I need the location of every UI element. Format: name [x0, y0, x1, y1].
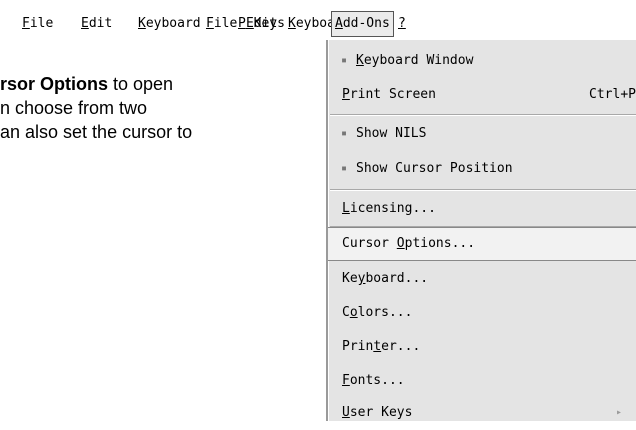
- menu-item-label: Keyboard...: [342, 271, 429, 286]
- menu-edit-2[interactable]: Edit: [77, 12, 116, 36]
- doc-bold-term: rsor Options: [0, 74, 109, 94]
- menu-item-label: Show NILS: [356, 126, 427, 141]
- menu-item-label: Fonts...: [342, 373, 405, 388]
- menu-item-licensing[interactable]: Licensing...: [328, 192, 636, 226]
- menu-item-label: User Keys: [342, 405, 413, 420]
- menu-item-label: Cursor Options...: [342, 236, 476, 251]
- document-text: rsor Options to open n choose from two a…: [0, 72, 300, 144]
- doc-line-2-text: n choose from two: [0, 98, 148, 118]
- menu-separator: [330, 114, 636, 116]
- check-icon: ▪: [341, 55, 348, 66]
- menu-keyboard-2[interactable]: Keyboard: [134, 12, 205, 36]
- doc-line-1-rest: to open: [108, 74, 174, 94]
- menu-add-ons-mnemonic: A: [335, 16, 343, 31]
- menu-edit-label-2: dit: [88, 16, 113, 31]
- menu-item-label: Keyboard Window: [356, 53, 474, 68]
- menu-item-fonts[interactable]: Fonts...: [328, 364, 636, 398]
- doc-line-3: an also set the cursor to: [0, 120, 300, 144]
- menu-item-cursor-options[interactable]: Cursor Options...: [328, 227, 636, 261]
- menu-file-mnemonic: F: [206, 16, 214, 31]
- menu-item-keyboard-window[interactable]: ▪ Keyboard Window: [328, 44, 636, 78]
- menu-edit-mnemonic-2: E: [81, 16, 89, 31]
- menu-p-keys-label: Keys: [245, 16, 285, 31]
- submenu-arrow-icon: ▸: [615, 407, 622, 418]
- menu-keyboard-mnemonic: K: [288, 16, 296, 31]
- menu-item-keyboard[interactable]: Keyboard...: [328, 262, 636, 296]
- menu-item-label: Show Cursor Position: [356, 161, 513, 176]
- shortcut-label: Ctrl+P: [589, 87, 636, 102]
- doc-line-2: n choose from two: [0, 96, 300, 120]
- menu-item-colors[interactable]: Colors...: [328, 296, 636, 330]
- menu-keyboard-label-2: eyboard: [145, 16, 201, 31]
- menu-file-label-2: ile: [29, 16, 54, 31]
- menu-item-print-screen[interactable]: Print Screen Ctrl+P: [328, 78, 636, 112]
- check-icon: ▪: [341, 128, 348, 139]
- menu-item-label: Colors...: [342, 305, 413, 320]
- doc-line-3-text: an also set the cursor to: [0, 122, 193, 142]
- menu-item-printer[interactable]: Printer...: [328, 330, 636, 364]
- menu-item-label: Print Screen: [342, 87, 436, 102]
- doc-line-1: rsor Options to open: [0, 72, 300, 96]
- menu-help-mnemonic: ?: [398, 16, 406, 31]
- menu-item-user-keys[interactable]: User Keys ▸: [328, 396, 636, 430]
- menu-help[interactable]: ?: [394, 12, 410, 36]
- menu-add-ons[interactable]: Add-Ons: [331, 11, 394, 37]
- menu-p-keys-mnemonic: P: [238, 16, 246, 31]
- menu-keyboard-mnemonic-2: K: [138, 16, 146, 31]
- check-icon: ▪: [341, 163, 348, 174]
- menu-item-show-cursor-position[interactable]: ▪ Show Cursor Position: [328, 152, 636, 186]
- menu-separator: [330, 189, 636, 191]
- add-ons-dropdown-menu: ▪ Keyboard Window Print Screen Ctrl+P ▪ …: [326, 40, 636, 421]
- menu-item-label: Printer...: [342, 339, 421, 354]
- menu-file-mnemonic-2: F: [22, 16, 30, 31]
- menu-item-show-nils[interactable]: ▪ Show NILS: [328, 117, 636, 151]
- menu-p-keys[interactable]: P Keys: [234, 12, 289, 36]
- menu-item-label: Licensing...: [342, 201, 436, 216]
- menu-add-ons-label: dd-Ons: [342, 16, 390, 31]
- menu-file-2[interactable]: File: [18, 12, 57, 36]
